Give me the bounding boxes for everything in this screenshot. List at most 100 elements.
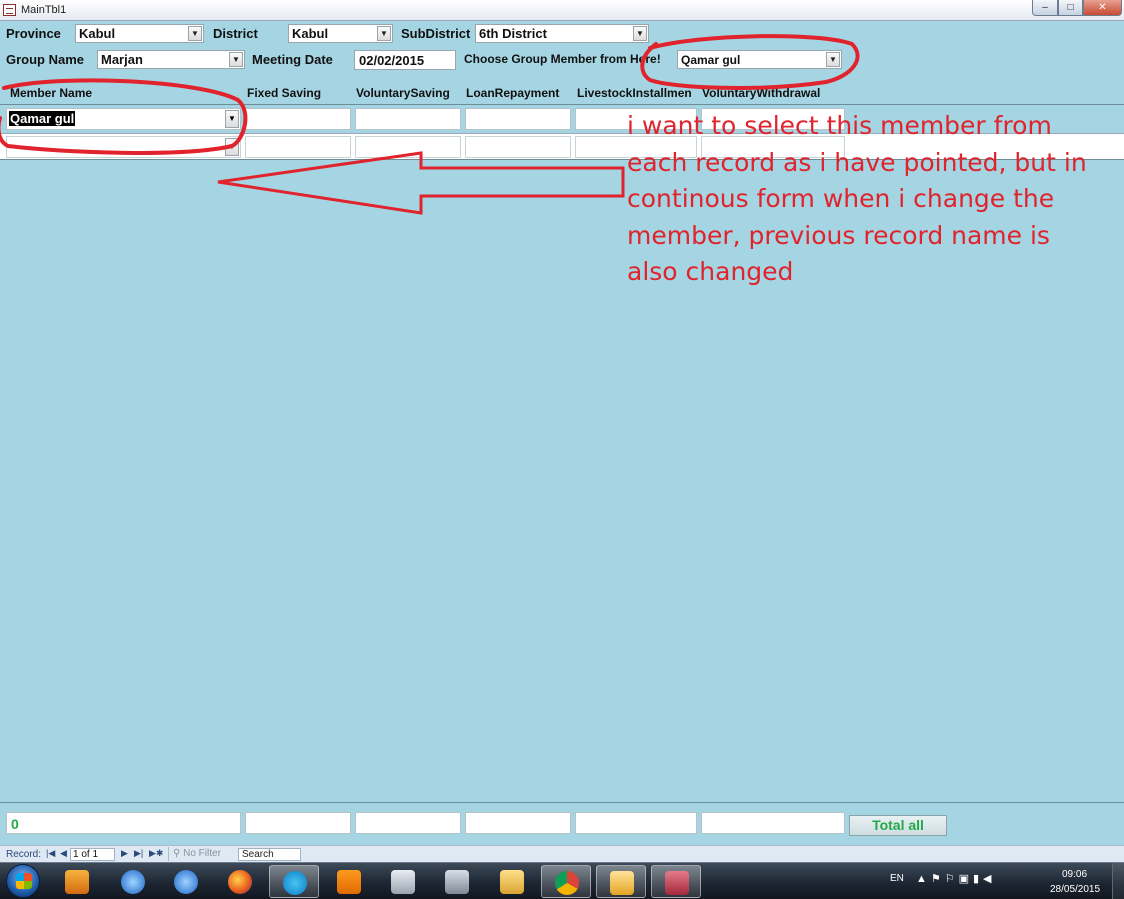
form-icon <box>3 4 16 16</box>
media-player-icon <box>65 870 89 894</box>
filter-indicator[interactable]: ⚲ No Filter <box>168 847 234 861</box>
meeting-date-label: Meeting Date <box>252 52 333 67</box>
group-name-combo[interactable]: Marjan ▼ <box>97 50 245 69</box>
subdistrict-label: SubDistrict <box>401 26 471 41</box>
choose-member-combo[interactable]: Qamar gul ▼ <box>677 50 842 69</box>
window-title: MainTbl1 <box>21 4 67 16</box>
clock-time[interactable]: 09:06 <box>1062 869 1087 880</box>
show-desktop-button[interactable] <box>1112 863 1124 899</box>
detail-section-divider <box>0 104 1124 105</box>
explorer-icon <box>500 870 524 894</box>
total-loan-repayment-field[interactable] <box>465 812 571 834</box>
province-label: Province <box>6 26 61 41</box>
filter-icon: ⚲ <box>173 848 184 859</box>
taskbar-skype-button[interactable] <box>269 865 319 898</box>
maximize-button[interactable]: □ <box>1058 0 1083 16</box>
skype-icon <box>283 871 307 895</box>
subdistrict-combo[interactable]: 6th District ▼ <box>475 24 649 43</box>
column-header-member-name: Member Name <box>10 86 93 100</box>
title-bar[interactable]: MainTbl1 – □ ✕ <box>0 0 1124 21</box>
last-record-icon[interactable]: ▶| <box>134 848 143 859</box>
clock-date[interactable]: 28/05/2015 <box>1050 884 1100 895</box>
chevron-down-icon[interactable]: ▼ <box>188 26 202 41</box>
taskbar-explorer-button[interactable] <box>487 865 537 898</box>
choose-member-label: Choose Group Member from Here! <box>464 52 661 66</box>
taskbar-outlook-button[interactable] <box>596 865 646 898</box>
total-all-button[interactable]: Total all <box>849 815 947 836</box>
province-value: Kabul <box>79 26 116 41</box>
chrome-icon <box>555 871 579 895</box>
total-voluntary-withdrawal-field[interactable] <box>701 812 845 834</box>
taskbar-media-player-button[interactable] <box>52 865 102 898</box>
access-icon <box>665 871 689 895</box>
total-member-field[interactable] <box>6 812 241 834</box>
start-button[interactable] <box>6 864 40 898</box>
chevron-down-icon[interactable]: ▼ <box>377 26 391 41</box>
column-header-livestock-installment: LivestockInstallmen <box>577 86 692 100</box>
footer-divider <box>0 802 1124 803</box>
district-value: Kabul <box>292 26 329 41</box>
taskbar-access-button[interactable] <box>651 865 701 898</box>
camera-icon <box>445 870 469 894</box>
annotation-text: i want to select this member from each r… <box>627 111 1087 286</box>
search-input[interactable]: Search <box>238 848 301 861</box>
taskbar-scanner-button[interactable] <box>378 865 428 898</box>
chevron-down-icon[interactable]: ▼ <box>225 110 239 128</box>
taskbar-firefox-button[interactable] <box>215 865 265 898</box>
member-name-value: Qamar gul <box>9 111 76 126</box>
total-fixed-saving-field[interactable] <box>245 812 351 834</box>
new-member-name-combo[interactable]: ▼ <box>6 136 241 158</box>
group-name-value: Marjan <box>101 52 143 67</box>
windows-logo-icon <box>16 873 32 889</box>
column-header-voluntary-withdrawal: VoluntaryWithdrawal <box>702 86 821 100</box>
notification-area-icons[interactable]: ▲⚑⚐▣▮◀ <box>916 872 996 885</box>
taskbar-vlc-button[interactable] <box>324 865 374 898</box>
total-livestock-installment-field[interactable] <box>575 812 697 834</box>
voluntary-saving-field[interactable] <box>355 108 461 130</box>
taskbar-chrome-button[interactable] <box>541 865 591 898</box>
record-navigation-bar: Record: |◀ ◀ 1 of 1 ▶ ▶| ▶✱ ⚲ No Filter … <box>0 845 1124 862</box>
new-loan-repayment-field[interactable] <box>465 136 571 158</box>
meeting-date-field[interactable]: 02/02/2015 <box>354 50 456 70</box>
vlc-icon <box>337 870 361 894</box>
access-form-window: MainTbl1 – □ ✕ Province Kabul ▼ District… <box>0 0 1124 862</box>
choose-member-value: Qamar gul <box>681 53 741 67</box>
record-position-field[interactable]: 1 of 1 <box>70 848 115 861</box>
input-language-indicator[interactable]: EN <box>890 873 904 884</box>
taskbar-ie-button[interactable] <box>161 865 211 898</box>
chevron-down-icon[interactable]: ▼ <box>826 52 840 67</box>
scanner-icon <box>391 870 415 894</box>
fixed-saving-field[interactable] <box>245 108 351 130</box>
total-voluntary-saving-field[interactable] <box>355 812 461 834</box>
new-fixed-saving-field[interactable] <box>245 136 351 158</box>
province-combo[interactable]: Kabul ▼ <box>75 24 204 43</box>
loan-repayment-field[interactable] <box>465 108 571 130</box>
column-header-voluntary-saving: VoluntarySaving <box>356 86 450 100</box>
record-label: Record: <box>6 849 42 860</box>
filter-label: No Filter <box>183 848 221 859</box>
total-member-value: 0 <box>11 816 19 832</box>
district-combo[interactable]: Kabul ▼ <box>288 24 393 43</box>
outlook-icon <box>610 871 634 895</box>
previous-record-icon[interactable]: ◀ <box>60 848 67 859</box>
close-button[interactable]: ✕ <box>1083 0 1122 16</box>
annotation-arrow <box>217 151 625 215</box>
next-record-icon[interactable]: ▶ <box>121 848 128 859</box>
meeting-date-value: 02/02/2015 <box>359 53 425 68</box>
column-header-loan-repayment: LoanRepayment <box>466 86 560 100</box>
group-name-label: Group Name <box>6 52 85 67</box>
ie-icon <box>121 870 145 894</box>
taskbar-ie-button[interactable] <box>108 865 158 898</box>
first-record-icon[interactable]: |◀ <box>46 848 55 859</box>
minimize-button[interactable]: – <box>1032 0 1058 16</box>
chevron-down-icon[interactable]: ▼ <box>633 26 647 41</box>
new-record-icon[interactable]: ▶✱ <box>149 848 163 859</box>
new-voluntary-saving-field[interactable] <box>355 136 461 158</box>
subdistrict-value: 6th District <box>479 26 547 41</box>
chevron-down-icon[interactable]: ▼ <box>229 52 243 67</box>
chevron-down-icon[interactable]: ▼ <box>225 138 239 156</box>
taskbar-camera-button[interactable] <box>432 865 482 898</box>
column-header-fixed-saving: Fixed Saving <box>247 86 322 100</box>
firefox-icon <box>228 870 252 894</box>
district-label: District <box>213 26 258 41</box>
